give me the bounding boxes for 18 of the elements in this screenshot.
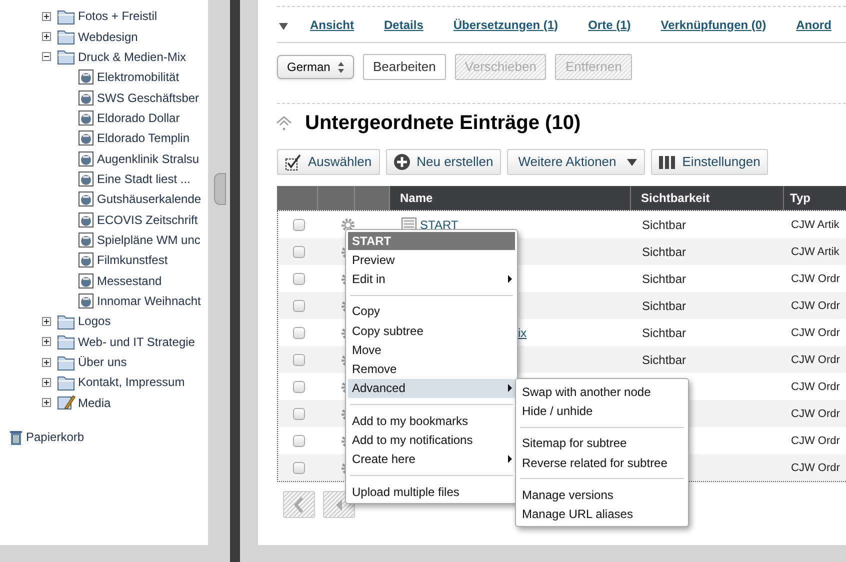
table-cell: CJW Ordr [791, 273, 840, 286]
table-cell: Sichtbar [642, 244, 686, 258]
table-cell: Sichtbar [642, 272, 686, 286]
table-cell: CJW Ordr [791, 300, 840, 312]
table-cell: CJW Ordr [791, 381, 840, 394]
table-cell: Sichtbar [642, 326, 686, 340]
table-cell: Sichtbar [642, 218, 686, 232]
menu-title: START [348, 232, 515, 250]
table-cell: CJW Artik [791, 246, 840, 258]
table-cell: CJW Ordr [791, 462, 840, 474]
table-cell: Sichtbar [642, 298, 686, 312]
table-cell: CJW Ordr [791, 327, 840, 340]
section-heading: Untergeordnete Einträge (10) [305, 111, 581, 136]
table-cell: CJW Ordr [791, 408, 840, 420]
table-cell: CJW Artik [791, 219, 840, 232]
table-cell: CJW Ordr [791, 435, 840, 448]
table-cell: CJW Ordr [791, 354, 840, 366]
table-cell: Sichtbar [642, 352, 686, 366]
